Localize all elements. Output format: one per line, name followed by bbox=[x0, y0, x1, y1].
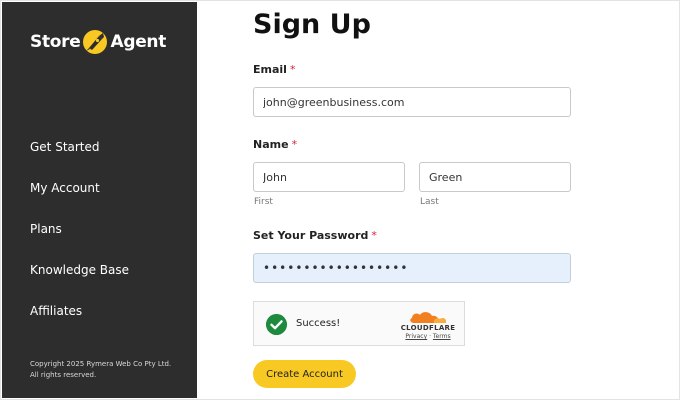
sidebar-item-knowledge-base[interactable]: Knowledge Base bbox=[30, 257, 190, 298]
email-label-text: Email bbox=[253, 63, 287, 76]
signup-form: Sign Up Email* Name* First Last Set Your… bbox=[197, 0, 680, 400]
sidebar-item-plans[interactable]: Plans bbox=[30, 216, 190, 257]
success-check-icon bbox=[266, 314, 287, 335]
email-field[interactable] bbox=[253, 87, 571, 117]
sidebar-item-my-account[interactable]: My Account bbox=[30, 175, 190, 216]
sidebar: Store Agent Get Started My Account Plans… bbox=[2, 2, 197, 398]
name-label: Name * bbox=[253, 138, 297, 151]
cloudflare-captcha-widget[interactable]: Success! CLOUDFLARE Privacy · Terms bbox=[253, 301, 465, 346]
terms-link[interactable]: Terms bbox=[433, 333, 451, 340]
sidebar-nav: Get Started My Account Plans Knowledge B… bbox=[30, 134, 190, 339]
privacy-link[interactable]: Privacy bbox=[405, 333, 427, 340]
copyright-notice: Copyright 2025 Rymera Web Co Pty Ltd. Al… bbox=[30, 359, 190, 381]
name-label-text: Name bbox=[253, 138, 289, 151]
first-name-sublabel: First bbox=[254, 197, 273, 207]
cloudflare-wordmark: CLOUDFLARE bbox=[400, 324, 456, 332]
captcha-status: Success! bbox=[296, 318, 341, 329]
required-mark: * bbox=[371, 229, 377, 242]
link-separator: · bbox=[429, 333, 431, 340]
create-account-button[interactable]: Create Account bbox=[253, 360, 356, 388]
cloudflare-cloud-icon bbox=[410, 312, 446, 323]
required-mark: * bbox=[289, 63, 296, 76]
password-label: Set Your Password * bbox=[253, 229, 377, 242]
first-name-field[interactable] bbox=[253, 162, 405, 192]
last-name-sublabel: Last bbox=[420, 197, 439, 207]
logo-text-left: Store bbox=[30, 32, 81, 52]
logo-text-right: Agent bbox=[110, 32, 167, 52]
sidebar-item-affiliates[interactable]: Affiliates bbox=[30, 298, 190, 339]
page-title: Sign Up bbox=[253, 9, 371, 40]
password-label-text: Set Your Password bbox=[253, 229, 369, 242]
sidebar-item-get-started[interactable]: Get Started bbox=[30, 134, 190, 175]
password-field[interactable] bbox=[253, 253, 571, 283]
captcha-links: Privacy · Terms bbox=[400, 333, 456, 340]
last-name-field[interactable] bbox=[419, 162, 571, 192]
required-mark: * bbox=[291, 138, 298, 151]
store-agent-logo[interactable]: Store Agent bbox=[30, 24, 166, 60]
email-label: Email * bbox=[253, 63, 295, 76]
rocket-logo-icon bbox=[83, 30, 108, 54]
copyright-line: Copyright 2025 Rymera Web Co Pty Ltd. bbox=[30, 360, 172, 368]
rights-line: All rights reserved. bbox=[30, 371, 97, 379]
